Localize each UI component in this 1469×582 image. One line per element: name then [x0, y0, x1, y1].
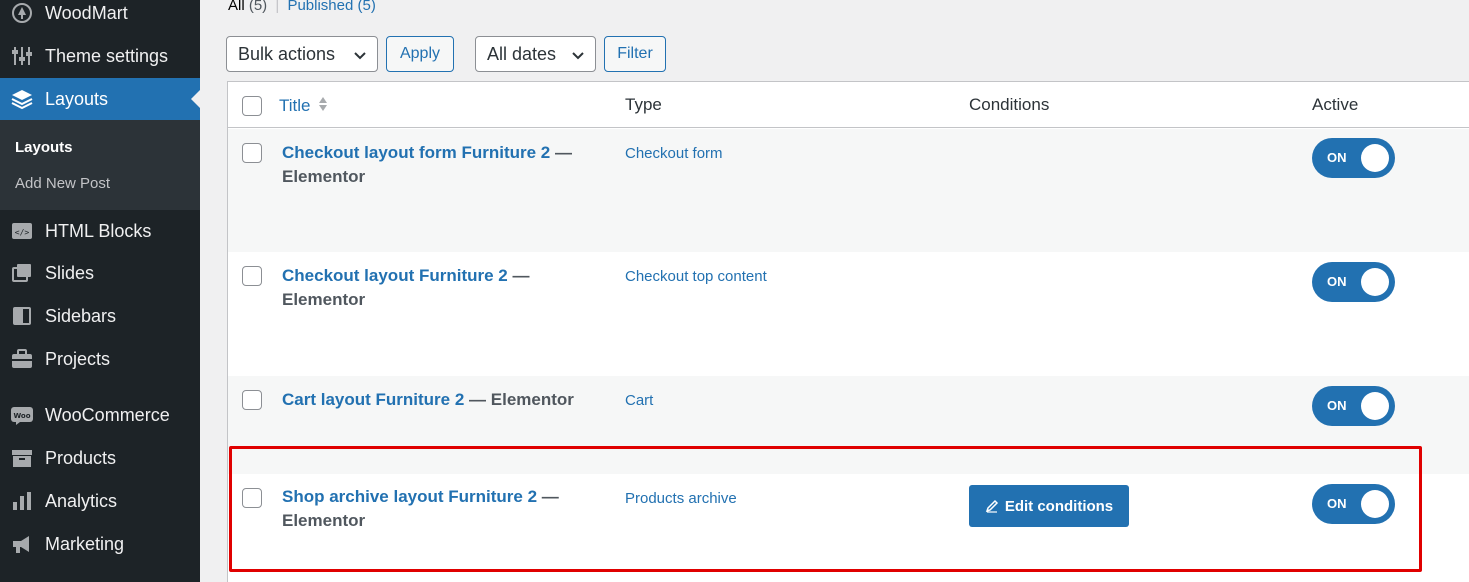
menu-item-woocommerce[interactable]: Woo WooCommerce	[0, 394, 200, 436]
apply-button[interactable]: Apply	[386, 36, 454, 72]
sliders-icon	[10, 44, 34, 68]
row-checkbox[interactable]	[242, 266, 262, 286]
column-conditions: Conditions	[969, 95, 1050, 114]
column-title-sort[interactable]: Title	[279, 95, 329, 116]
filter-published-count: (5)	[357, 0, 376, 14]
table-row: Cart layout Furniture 2 — Elementor Cart…	[228, 376, 1469, 474]
main-content: All (5) | Published (5) Bulk actions App…	[200, 0, 1469, 582]
row-title: Checkout layout Furniture 2 — Elementor	[282, 264, 612, 312]
bulk-actions-select[interactable]: Bulk actions	[226, 36, 378, 72]
pencil-icon	[985, 499, 998, 513]
layers-icon	[10, 87, 34, 111]
row-type-link[interactable]: Checkout top content	[625, 268, 767, 285]
edit-conditions-button[interactable]: Edit conditions	[969, 485, 1129, 527]
layouts-table: Title Type Conditions Active Checkout la…	[227, 81, 1469, 582]
filter-separator: |	[275, 0, 280, 14]
menu-label: WooCommerce	[45, 404, 170, 425]
toggle-knob	[1361, 490, 1389, 518]
filter-all-link[interactable]: All	[228, 0, 245, 14]
toggle-label: ON	[1327, 274, 1347, 289]
code-block-icon: </>	[10, 219, 34, 243]
menu-label: Theme settings	[45, 45, 169, 66]
row-title: Checkout layout form Furniture 2 — Eleme…	[282, 141, 612, 189]
sidebar-icon	[10, 304, 34, 328]
menu-item-slides[interactable]: Slides	[0, 252, 200, 294]
table-row: Checkout layout Furniture 2 — Elementor …	[228, 252, 1469, 376]
briefcase-icon	[10, 347, 34, 371]
toggle-knob	[1361, 144, 1389, 172]
row-title-link[interactable]: Checkout layout form Furniture 2	[282, 143, 550, 162]
select-all-checkbox[interactable]	[242, 96, 262, 116]
table-row: Shop archive layout Furniture 2 — Elemen…	[228, 474, 1469, 582]
filter-published-link[interactable]: Published	[287, 0, 353, 14]
row-type-link[interactable]: Cart	[625, 392, 653, 409]
edit-conditions-label: Edit conditions	[1004, 497, 1114, 515]
toggle-label: ON	[1327, 150, 1347, 165]
row-type-link[interactable]: Checkout form	[625, 145, 723, 162]
menu-item-marketing[interactable]: Marketing	[0, 523, 200, 565]
svg-text:Woo: Woo	[13, 412, 30, 420]
chevron-down-icon	[353, 47, 367, 68]
column-active: Active	[1312, 95, 1359, 114]
woodmart-icon	[10, 1, 34, 25]
table-header: Title Type Conditions Active	[228, 82, 1469, 128]
toggle-label: ON	[1327, 398, 1347, 413]
bar-chart-icon	[10, 489, 34, 513]
date-filter-select[interactable]: All dates	[475, 36, 596, 72]
sort-icon	[319, 97, 328, 111]
active-toggle[interactable]: ON	[1312, 386, 1395, 426]
chevron-down-icon	[571, 47, 585, 68]
table-row: Checkout layout form Furniture 2 — Eleme…	[228, 129, 1469, 252]
active-toggle[interactable]: ON	[1312, 262, 1395, 302]
active-toggle[interactable]: ON	[1312, 138, 1395, 178]
admin-sidebar: WoodMart Theme settings Layouts Layouts …	[0, 0, 200, 582]
row-title-link[interactable]: Checkout layout Furniture 2	[282, 266, 508, 285]
layouts-submenu: Layouts Add New Post	[0, 120, 200, 210]
row-checkbox[interactable]	[242, 488, 262, 508]
menu-item-woodmart[interactable]: WoodMart	[0, 0, 200, 34]
column-type: Type	[625, 95, 662, 114]
toggle-knob	[1361, 268, 1389, 296]
menu-item-projects[interactable]: Projects	[0, 338, 200, 380]
woocommerce-icon: Woo	[10, 403, 34, 427]
menu-label: HTML Blocks	[45, 220, 152, 241]
menu-label: Sidebars	[45, 305, 117, 326]
menu-label: Projects	[45, 348, 111, 369]
filter-all-count: (5)	[248, 0, 268, 14]
menu-label: Analytics	[45, 490, 118, 511]
row-type-link[interactable]: Products archive	[625, 490, 737, 507]
megaphone-icon	[10, 532, 34, 556]
submenu-item-add-new-post[interactable]: Add New Post	[15, 175, 110, 192]
svg-text:</>: </>	[15, 228, 30, 237]
slides-icon	[10, 261, 34, 285]
active-toggle[interactable]: ON	[1312, 484, 1395, 524]
row-title-link[interactable]: Cart layout Furniture 2	[282, 390, 464, 409]
archive-icon	[10, 446, 34, 470]
status-filter-links: All (5) | Published (5)	[228, 0, 376, 14]
menu-item-sidebars[interactable]: Sidebars	[0, 295, 200, 337]
menu-label: Layouts	[45, 88, 109, 109]
menu-label: Products	[45, 447, 117, 468]
menu-label: Marketing	[45, 533, 125, 554]
column-title-label: Title	[279, 96, 311, 115]
menu-item-layouts[interactable]: Layouts	[0, 78, 200, 120]
filter-button[interactable]: Filter	[604, 36, 666, 72]
row-checkbox[interactable]	[242, 390, 262, 410]
menu-item-html-blocks[interactable]: </> HTML Blocks	[0, 210, 200, 252]
menu-label: Slides	[45, 262, 95, 283]
toggle-knob	[1361, 392, 1389, 420]
menu-item-analytics[interactable]: Analytics	[0, 480, 200, 522]
submenu-item-layouts[interactable]: Layouts	[15, 139, 73, 156]
bulk-actions-value: Bulk actions	[238, 43, 336, 64]
row-title: Shop archive layout Furniture 2 — Elemen…	[282, 485, 612, 533]
menu-label: WoodMart	[45, 2, 128, 23]
row-title-link[interactable]: Shop archive layout Furniture 2	[282, 487, 537, 506]
menu-item-theme-settings[interactable]: Theme settings	[0, 35, 200, 77]
row-checkbox[interactable]	[242, 143, 262, 163]
menu-item-products[interactable]: Products	[0, 437, 200, 479]
date-filter-value: All dates	[487, 43, 557, 64]
row-title-suffix: — Elementor	[469, 390, 574, 409]
toggle-label: ON	[1327, 496, 1347, 511]
